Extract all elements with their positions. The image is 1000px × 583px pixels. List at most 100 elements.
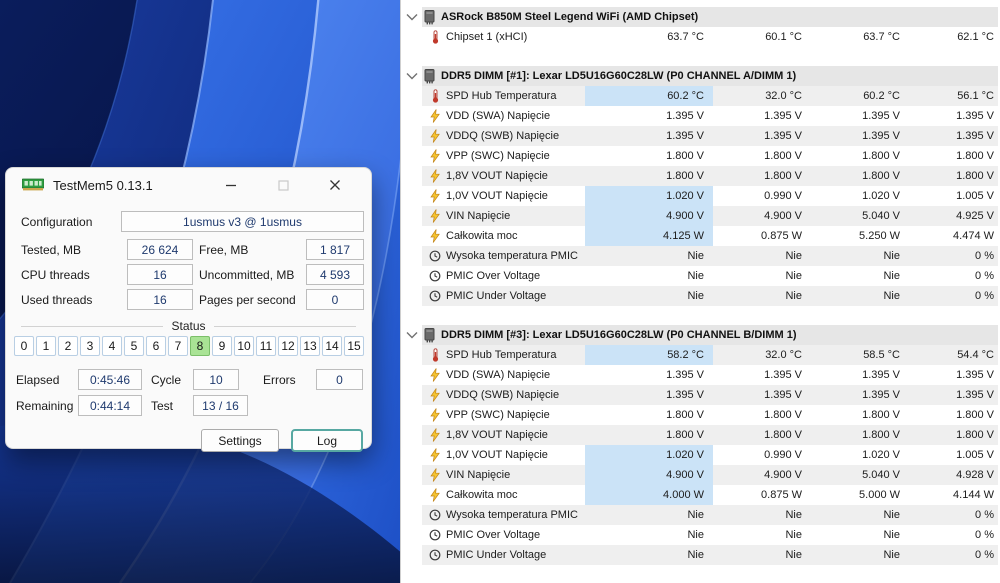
configuration-field[interactable]: 1usmus v3 @ 1usmus [121, 211, 364, 232]
sensor-value-minimum: Nie [713, 266, 811, 286]
close-button[interactable] [309, 170, 361, 200]
log-button[interactable]: Log [291, 429, 363, 452]
sensor-value-current: 4.000 W [585, 485, 713, 505]
chevron-down-icon[interactable] [401, 7, 422, 27]
sensor-value-minimum: 4.900 V [713, 465, 811, 485]
sensor-value-average: 0 % [909, 525, 998, 545]
sensor-value-maximum: 1.395 V [811, 385, 909, 405]
stat-label: Used threads [21, 293, 121, 307]
sensor-value-maximum: Nie [811, 286, 909, 306]
sensor-row[interactable]: VDDQ (SWB) Napięcie1.395 V1.395 V1.395 V… [422, 126, 998, 146]
stat-value-box: 16 [127, 264, 193, 285]
sensor-row[interactable]: 1,0V VOUT Napięcie1.020 V0.990 V1.020 V1… [422, 445, 998, 465]
sensor-value-maximum: 1.800 V [811, 146, 909, 166]
sensor-value-current: 1.395 V [585, 106, 713, 126]
status-label: Status [171, 319, 205, 333]
desktop: ASRock B850M Steel Legend WiFi (AMD Chip… [0, 0, 1000, 583]
test-label: Test [151, 399, 193, 413]
sensor-row[interactable]: SPD Hub Temperatura58.2 °C32.0 °C58.5 °C… [422, 345, 998, 365]
sensor-value-average: 0 % [909, 545, 998, 565]
sensor-row[interactable]: VPP (SWC) Napięcie1.800 V1.800 V1.800 V1… [422, 405, 998, 425]
sensor-row[interactable]: 1,8V VOUT Napięcie1.800 V1.800 V1.800 V1… [422, 166, 998, 186]
thread-status-box: 15 [344, 336, 364, 356]
sensor-section-header[interactable]: ASRock B850M Steel Legend WiFi (AMD Chip… [401, 7, 1000, 27]
sensor-section-title-band[interactable]: DDR5 DIMM [#3]: Lexar LD5U16G60C28LW (P0… [422, 325, 998, 345]
stat-label: CPU threads [21, 268, 121, 282]
sensor-row[interactable]: 1,0V VOUT Napięcie1.020 V0.990 V1.020 V1… [422, 186, 998, 206]
temperature-icon [428, 30, 442, 44]
sensor-value-minimum: 1.800 V [713, 166, 811, 186]
sensor-label: VDDQ (SWB) Napięcie [446, 389, 585, 401]
sensor-value-current: 1.800 V [585, 146, 713, 166]
sensor-row[interactable]: 1,8V VOUT Napięcie1.800 V1.800 V1.800 V1… [422, 425, 998, 445]
sensor-row[interactable]: PMIC Under VoltageNieNieNie0 % [422, 286, 998, 306]
voltage-icon [428, 388, 442, 402]
chevron-down-icon[interactable] [401, 66, 422, 86]
voltage-icon [428, 169, 442, 183]
sensor-value-maximum: 1.395 V [811, 365, 909, 385]
sensor-value-average: 1.395 V [909, 126, 998, 146]
sensor-label: PMIC Over Voltage [446, 270, 585, 282]
sensor-value-minimum: Nie [713, 525, 811, 545]
sensor-value-average: 56.1 °C [909, 86, 998, 106]
sensor-label: Całkowita moc [446, 489, 585, 501]
errors-label: Errors [263, 373, 316, 387]
voltage-icon [428, 189, 442, 203]
stat-value-box: 1 817 [306, 239, 364, 260]
sensor-row[interactable]: VIN Napięcie4.900 V4.900 V5.040 V4.925 V [422, 206, 998, 226]
sensor-section-title-band[interactable]: DDR5 DIMM [#1]: Lexar LD5U16G60C28LW (P0… [422, 66, 998, 86]
settings-button[interactable]: Settings [201, 429, 279, 452]
sensor-row[interactable]: SPD Hub Temperatura60.2 °C32.0 °C60.2 °C… [422, 86, 998, 106]
minimize-button[interactable] [205, 170, 257, 200]
sensor-row[interactable]: PMIC Under VoltageNieNieNie0 % [422, 545, 998, 565]
sensor-label: Wysoka temperatura PMIC [446, 250, 585, 262]
sensor-row[interactable]: Całkowita moc4.000 W0.875 W5.000 W4.144 … [422, 485, 998, 505]
sensor-value-minimum: Nie [713, 246, 811, 266]
sensor-row[interactable]: PMIC Over VoltageNieNieNie0 % [422, 525, 998, 545]
sensor-row[interactable]: VDD (SWA) Napięcie1.395 V1.395 V1.395 V1… [422, 365, 998, 385]
sensor-value-current: 4.125 W [585, 226, 713, 246]
sensor-row[interactable]: VIN Napięcie4.900 V4.900 V5.040 V4.928 V [422, 465, 998, 485]
sensor-label: PMIC Under Voltage [446, 290, 585, 302]
sensor-value-current: 1.395 V [585, 126, 713, 146]
temperature-icon [428, 89, 442, 103]
sensor-section-title: DDR5 DIMM [#3]: Lexar LD5U16G60C28LW (P0… [441, 329, 797, 341]
sensor-section-header[interactable]: DDR5 DIMM [#3]: Lexar LD5U16G60C28LW (P0… [401, 325, 1000, 345]
sensor-value-maximum: Nie [811, 266, 909, 286]
sensor-row[interactable]: PMIC Over VoltageNieNieNie0 % [422, 266, 998, 286]
sensor-value-average: 4.144 W [909, 485, 998, 505]
sensor-value-maximum: 5.040 V [811, 465, 909, 485]
sensor-row[interactable]: Chipset 1 (xHCI)63.7 °C60.1 °C63.7 °C62.… [422, 27, 998, 47]
sensor-value-maximum: 1.800 V [811, 405, 909, 425]
sensor-row[interactable]: Całkowita moc4.125 W0.875 W5.250 W4.474 … [422, 226, 998, 246]
sensor-value-average: 4.925 V [909, 206, 998, 226]
voltage-icon [428, 109, 442, 123]
sensor-value-average: 4.474 W [909, 226, 998, 246]
sensor-value-average: 0 % [909, 246, 998, 266]
sensor-value-average: 1.395 V [909, 106, 998, 126]
thread-status-box: 1 [36, 336, 56, 356]
sensor-section-header[interactable]: DDR5 DIMM [#1]: Lexar LD5U16G60C28LW (P0… [401, 66, 1000, 86]
sensor-row[interactable]: Wysoka temperatura PMICNieNieNie0 % [422, 505, 998, 525]
sensor-value-average: 0 % [909, 266, 998, 286]
sensor-row[interactable]: Wysoka temperatura PMICNieNieNie0 % [422, 246, 998, 266]
chevron-down-icon[interactable] [401, 325, 422, 345]
sensor-row[interactable]: VPP (SWC) Napięcie1.800 V1.800 V1.800 V1… [422, 146, 998, 166]
thread-status-strip: 0123456789101112131415 [14, 336, 364, 356]
sensor-section: DDR5 DIMM [#1]: Lexar LD5U16G60C28LW (P0… [401, 66, 1000, 306]
chip-icon [424, 69, 435, 84]
sensor-value-minimum: 0.990 V [713, 445, 811, 465]
sensor-label: PMIC Over Voltage [446, 529, 585, 541]
sensor-value-current: 1.395 V [585, 365, 713, 385]
maximize-button[interactable] [257, 170, 309, 200]
sensor-value-current: Nie [585, 525, 713, 545]
sensor-section-title-band[interactable]: ASRock B850M Steel Legend WiFi (AMD Chip… [422, 7, 998, 27]
sensor-row[interactable]: VDDQ (SWB) Napięcie1.395 V1.395 V1.395 V… [422, 385, 998, 405]
sensor-label: Chipset 1 (xHCI) [446, 31, 585, 43]
sensor-value-average: 1.395 V [909, 365, 998, 385]
voltage-icon [428, 229, 442, 243]
status-clock-icon [428, 270, 442, 282]
voltage-icon [428, 149, 442, 163]
sensor-label: PMIC Under Voltage [446, 549, 585, 561]
sensor-row[interactable]: VDD (SWA) Napięcie1.395 V1.395 V1.395 V1… [422, 106, 998, 126]
